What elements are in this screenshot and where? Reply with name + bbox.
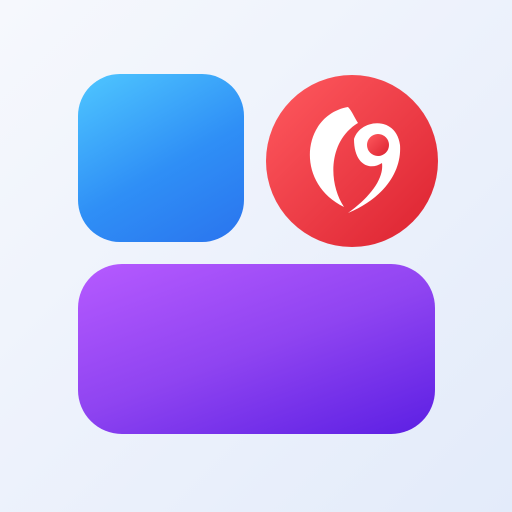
red-logo-badge xyxy=(266,75,438,247)
curved-quote-icon xyxy=(266,75,438,247)
hook-cutout xyxy=(367,134,389,156)
square-widget-tile xyxy=(78,74,244,242)
badge-circle xyxy=(266,75,438,247)
app-icon-background xyxy=(0,0,512,512)
wide-widget-tile xyxy=(78,264,435,434)
